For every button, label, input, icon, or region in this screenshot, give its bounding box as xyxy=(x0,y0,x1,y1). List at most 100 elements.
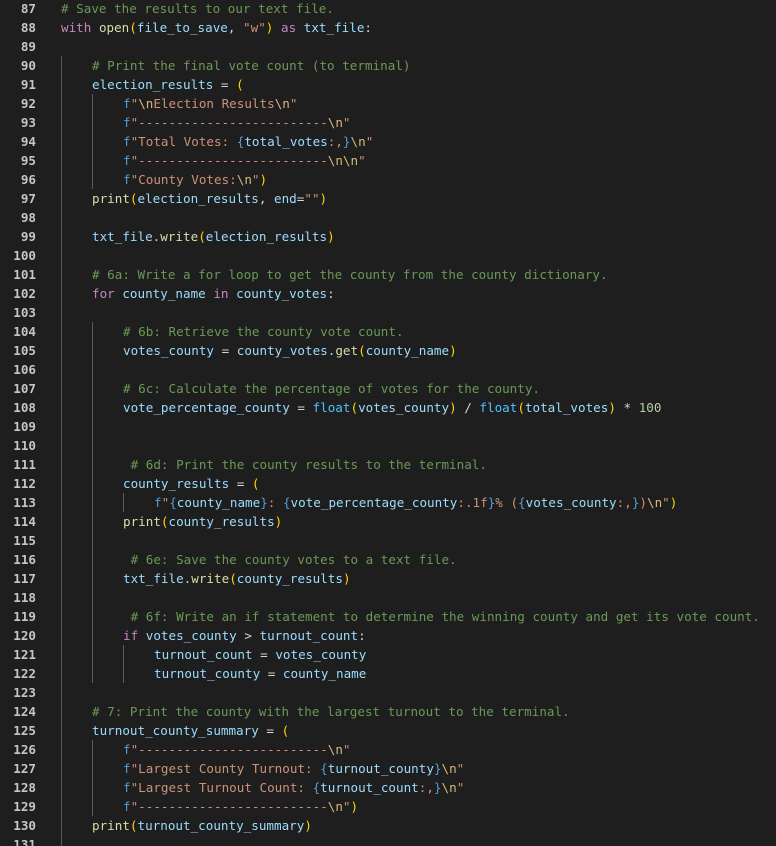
code-line[interactable]: 113 f"{county_name}: {vote_percentage_cou… xyxy=(0,493,776,512)
code-line[interactable]: 119 # 6f: Write an if statement to deter… xyxy=(0,607,776,626)
code-token: # 6e: Save the county votes to a text fi… xyxy=(130,552,457,567)
code-line[interactable]: 108 vote_percentage_county = float(votes_… xyxy=(0,398,776,417)
code-token: \n xyxy=(236,172,252,187)
line-number: 103 xyxy=(13,305,36,320)
line-number: 114 xyxy=(13,514,36,529)
indent-guide xyxy=(92,322,93,683)
code-line[interactable]: 112 county_results = ( xyxy=(0,474,776,493)
code-token: \n xyxy=(350,134,366,149)
code-token: = xyxy=(260,666,283,681)
code-line[interactable]: 102 for county_name in county_votes: xyxy=(0,284,776,303)
code-token: turnout_county_summary xyxy=(92,723,259,738)
line-number: 96 xyxy=(20,172,36,187)
code-token: votes_county xyxy=(145,628,237,643)
code-text: # 6d: Print the county results to the te… xyxy=(123,455,487,474)
code-line[interactable]: 95 f"-------------------------\n\n" xyxy=(0,151,776,170)
indent-guide xyxy=(123,645,124,683)
code-line[interactable]: 126 f"-------------------------\n" xyxy=(0,740,776,759)
line-number: 122 xyxy=(13,666,36,681)
code-line[interactable]: 91 election_results = ( xyxy=(0,75,776,94)
code-line[interactable]: 92 f"\nElection Results\n" xyxy=(0,94,776,113)
code-line[interactable]: 130 print(turnout_county_summary) xyxy=(0,816,776,835)
code-token: "Largest Turnout Count: xyxy=(130,780,313,795)
code-text: if votes_county > turnout_count: xyxy=(123,626,366,645)
code-token: for xyxy=(92,286,115,301)
code-line[interactable]: 131 xyxy=(0,835,776,846)
code-editor[interactable]: 87 # Save the results to our text file. 88… xyxy=(0,0,776,846)
code-line[interactable]: 109 xyxy=(0,417,776,436)
code-text: f"-------------------------\n") xyxy=(123,797,358,816)
code-token: ( xyxy=(129,191,138,206)
code-token: f xyxy=(123,799,131,814)
code-line[interactable]: 87 # Save the results to our text file. xyxy=(0,0,776,18)
code-line[interactable]: 121 turnout_count = votes_county xyxy=(0,645,776,664)
code-line[interactable]: 114 print(county_results) xyxy=(0,512,776,531)
code-token: \n xyxy=(441,761,457,776)
line-number: 92 xyxy=(20,96,36,111)
code-text: election_results = ( xyxy=(92,75,244,94)
code-line[interactable]: 88 with open(file_to_save, "w") as txt_fi… xyxy=(0,18,776,37)
code-line[interactable]: 104 # 6b: Retrieve the county vote count. xyxy=(0,322,776,341)
code-line[interactable]: 101 # 6a: Write a for loop to get the cou… xyxy=(0,265,776,284)
code-line[interactable]: 100 xyxy=(0,246,776,265)
code-line[interactable]: 96 f"County Votes:\n") xyxy=(0,170,776,189)
code-line[interactable]: 125 turnout_county_summary = ( xyxy=(0,721,776,740)
code-token: ) xyxy=(304,818,312,833)
code-line[interactable]: 127 f"Largest County Turnout: {turnout_co… xyxy=(0,759,776,778)
code-line[interactable]: 110 xyxy=(0,436,776,455)
code-line[interactable]: 98 xyxy=(0,208,776,227)
code-token: end xyxy=(274,191,297,206)
code-line[interactable]: 120 if votes_county > turnout_count: xyxy=(0,626,776,645)
code-token: ) xyxy=(350,799,359,814)
code-line[interactable]: 93 f"-------------------------\n" xyxy=(0,113,776,132)
code-line[interactable]: 117 txt_file.write(county_results) xyxy=(0,569,776,588)
line-number: 125 xyxy=(13,723,36,738)
indent-guide xyxy=(61,56,62,846)
code-token: float xyxy=(479,400,518,415)
line-number: 123 xyxy=(13,685,36,700)
code-token: "County Votes: xyxy=(130,172,237,187)
code-token: votes_county xyxy=(525,495,617,510)
code-line[interactable]: 129 f"-------------------------\n") xyxy=(0,797,776,816)
code-line[interactable]: 116 # 6e: Save the county votes to a tex… xyxy=(0,550,776,569)
code-token: county_results xyxy=(168,514,275,529)
code-token: if xyxy=(123,628,139,643)
code-line[interactable]: 107 # 6c: Calculate the percentage of vot… xyxy=(0,379,776,398)
code-token: f xyxy=(123,780,131,795)
code-text: # Save the results to our text file. xyxy=(61,0,334,18)
code-token: " xyxy=(289,96,298,111)
code-token: county_results xyxy=(123,476,230,491)
code-token: total_votes xyxy=(524,400,609,415)
code-line[interactable]: 106 xyxy=(0,360,776,379)
code-line[interactable]: 118 xyxy=(0,588,776,607)
code-line[interactable]: 115 xyxy=(0,531,776,550)
line-number: 98 xyxy=(20,210,36,225)
code-token: # 6c: Calculate the percentage of votes … xyxy=(123,381,541,396)
code-line[interactable]: 97 print(election_results, end="") xyxy=(0,189,776,208)
code-token: turnout_county xyxy=(154,666,261,681)
code-line[interactable]: 103 xyxy=(0,303,776,322)
code-line[interactable]: 122 turnout_county = county_name xyxy=(0,664,776,683)
code-line[interactable]: 105 votes_county = county_votes.get(count… xyxy=(0,341,776,360)
line-number: 109 xyxy=(13,419,36,434)
code-line[interactable]: 90 # Print the final vote count (to termi… xyxy=(0,56,776,75)
code-line[interactable]: 128 f"Largest Turnout Count: {turnout_cou… xyxy=(0,778,776,797)
line-number: 131 xyxy=(13,837,36,846)
line-number: 105 xyxy=(13,343,36,358)
code-token: = xyxy=(213,77,237,92)
code-line[interactable]: 89 xyxy=(0,37,776,56)
code-text: for county_name in county_votes: xyxy=(92,284,335,303)
code-token: "------------------------- xyxy=(130,799,328,814)
code-line[interactable]: 99 txt_file.write(election_results) xyxy=(0,227,776,246)
code-text: f"-------------------------\n" xyxy=(123,740,351,759)
code-token: ) xyxy=(274,514,283,529)
code-token: with xyxy=(61,20,92,35)
code-line[interactable]: 111 # 6d: Print the county results to th… xyxy=(0,455,776,474)
code-line[interactable]: 94 f"Total Votes: {total_votes:,}\n" xyxy=(0,132,776,151)
code-token: \n xyxy=(441,780,457,795)
line-number: 94 xyxy=(20,134,36,149)
code-line[interactable]: 123 xyxy=(0,683,776,702)
code-token: turnout_count xyxy=(154,647,253,662)
code-line[interactable]: 124 # 7: Print the county with the larges… xyxy=(0,702,776,721)
line-number: 97 xyxy=(20,191,36,206)
